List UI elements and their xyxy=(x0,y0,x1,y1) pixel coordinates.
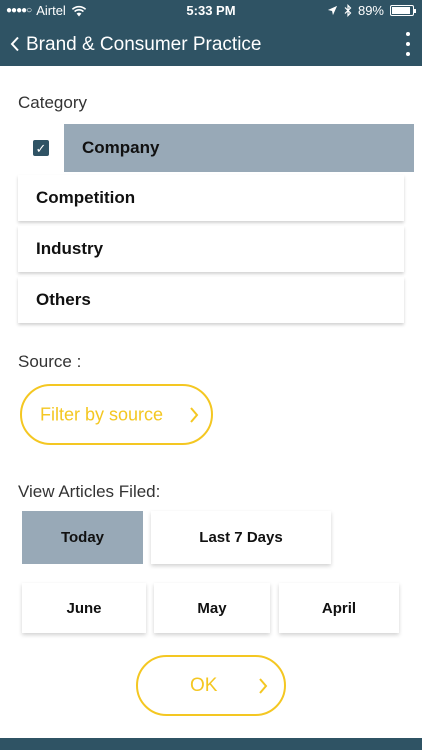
category-option-label: Company xyxy=(64,124,414,172)
source-label: Source : xyxy=(18,352,82,371)
company-checkbox[interactable]: ✓ xyxy=(18,124,64,172)
ok-label: OK xyxy=(190,674,218,696)
chevron-left-icon xyxy=(10,36,19,52)
bottom-bar xyxy=(0,738,422,750)
chevron-right-icon xyxy=(259,677,268,694)
ok-button[interactable]: OK xyxy=(136,655,286,716)
page-title: Brand & Consumer Practice xyxy=(26,34,262,55)
filter-june[interactable]: June xyxy=(22,583,146,633)
battery-fill xyxy=(392,7,410,14)
status-bar: ●●●●○ Airtel 5:33 PM 89% xyxy=(0,0,422,22)
dot-icon xyxy=(406,42,410,46)
filter-april[interactable]: April xyxy=(279,583,399,633)
chevron-right-icon xyxy=(190,406,199,423)
filter-last-7-days[interactable]: Last 7 Days xyxy=(151,511,331,564)
filter-may[interactable]: May xyxy=(154,583,270,633)
view-articles-label: View Articles Filed: xyxy=(18,482,161,501)
bluetooth-icon xyxy=(344,4,352,17)
dot-icon xyxy=(406,52,410,56)
filter-today[interactable]: Today xyxy=(22,511,143,564)
filter-by-source-button[interactable]: Filter by source xyxy=(20,384,213,445)
back-button[interactable] xyxy=(6,32,24,56)
status-right: 89% xyxy=(327,3,416,18)
category-option-company[interactable]: ✓ Company xyxy=(18,124,414,172)
location-arrow-icon xyxy=(327,5,338,16)
dot-icon xyxy=(406,32,410,36)
battery-percent: 89% xyxy=(357,3,384,18)
battery-icon xyxy=(390,5,416,16)
navigation-bar: Brand & Consumer Practice xyxy=(0,22,422,66)
filter-by-source-label: Filter by source xyxy=(40,404,164,424)
category-option-industry[interactable]: Industry xyxy=(18,226,404,272)
category-option-others[interactable]: Others xyxy=(18,277,404,323)
more-options-button[interactable] xyxy=(402,32,414,56)
checkmark-icon: ✓ xyxy=(33,140,49,156)
category-option-competition[interactable]: Competition xyxy=(18,175,404,221)
category-label: Category xyxy=(18,93,87,112)
